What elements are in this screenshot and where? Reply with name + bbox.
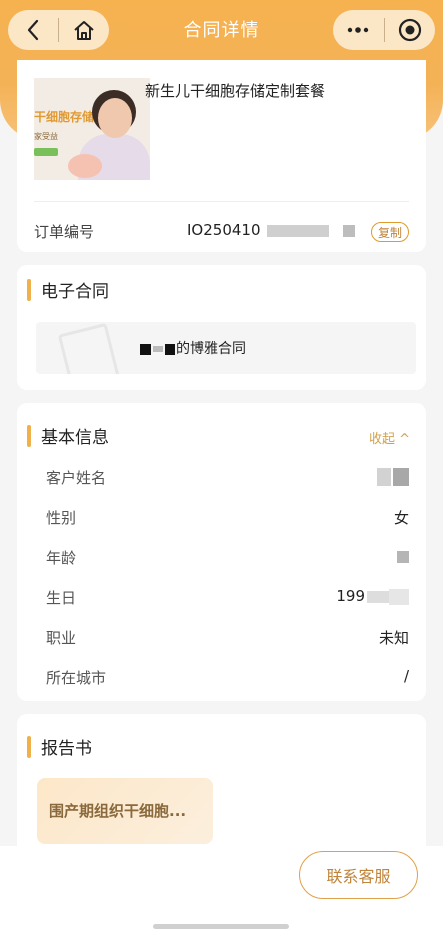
- redacted-mask: [140, 343, 151, 355]
- redacted-mask: [266, 224, 329, 237]
- product-name: 新生儿干细胞存储定制套餐: [145, 82, 326, 100]
- contract-card: 电子合同 的博雅合同: [17, 265, 426, 390]
- redacted-mask: [342, 224, 355, 237]
- contract-name: 的博雅合同: [140, 338, 246, 358]
- report-item[interactable]: 围产期组织干细胞...: [37, 778, 213, 844]
- basic-info-card: 基本信息 收起 ^ 客户姓名 性别 女 年龄 生日 199 职业 未知 所在城市…: [17, 403, 426, 701]
- top-navigation-bar: 合同详情: [0, 0, 443, 62]
- collapse-toggle[interactable]: 收起 ^: [369, 428, 410, 447]
- redacted-mask: [165, 343, 175, 355]
- contract-section-title: 电子合同: [41, 282, 109, 302]
- redacted-mask: [367, 590, 389, 603]
- redacted-mask: [393, 467, 409, 486]
- product-image: 干细胞存储 家受益: [34, 78, 150, 180]
- info-row-city: 所在城市 /: [46, 667, 409, 687]
- nav-right-capsule: [333, 10, 435, 50]
- contact-support-button[interactable]: 联系客服: [299, 851, 418, 899]
- report-item-title: 围产期组织干细胞...: [49, 802, 187, 820]
- report-section-header: 报告书: [27, 734, 92, 759]
- redacted-mask: [377, 467, 391, 486]
- divider: [34, 201, 409, 202]
- section-accent-bar: [27, 278, 31, 301]
- target-close-icon: [398, 18, 421, 42]
- redacted-mask: [389, 588, 409, 605]
- order-number-label: 订单编号: [34, 223, 95, 241]
- more-button[interactable]: [333, 10, 384, 50]
- product-image-label: 干细胞存储: [34, 110, 95, 124]
- info-row-name: 客户姓名: [46, 467, 409, 491]
- section-accent-bar: [27, 735, 31, 758]
- info-row-occupation: 职业 未知: [46, 629, 409, 647]
- copy-order-button[interactable]: 复制: [371, 222, 409, 242]
- order-number-value: IO250410: [187, 221, 355, 239]
- home-indicator: [153, 924, 289, 929]
- bottom-action-bar: 联系客服: [0, 846, 443, 933]
- info-row-birthday: 生日 199: [46, 587, 409, 611]
- basic-info-section-header: 基本信息: [27, 423, 109, 448]
- redacted-mask: [153, 346, 163, 352]
- contract-item[interactable]: 的博雅合同: [36, 322, 416, 374]
- section-accent-bar: [27, 424, 31, 447]
- product-card: 干细胞存储 家受益 新生儿干细胞存储定制套餐 订单编号 IO250410 复制: [17, 60, 426, 252]
- document-watermark-icon: [57, 322, 121, 374]
- report-card: 报告书 围产期组织干细胞...: [17, 714, 426, 854]
- basic-info-section-title: 基本信息: [41, 428, 109, 448]
- redacted-mask: [397, 550, 409, 563]
- info-row-gender: 性别 女: [46, 509, 409, 527]
- product-image-sublabel: 家受益: [34, 132, 58, 141]
- more-dots-icon: [348, 27, 369, 33]
- contract-section-header: 电子合同: [27, 277, 109, 302]
- report-section-title: 报告书: [41, 739, 92, 759]
- info-row-age: 年龄: [46, 547, 409, 571]
- close-miniprogram-button[interactable]: [385, 10, 436, 50]
